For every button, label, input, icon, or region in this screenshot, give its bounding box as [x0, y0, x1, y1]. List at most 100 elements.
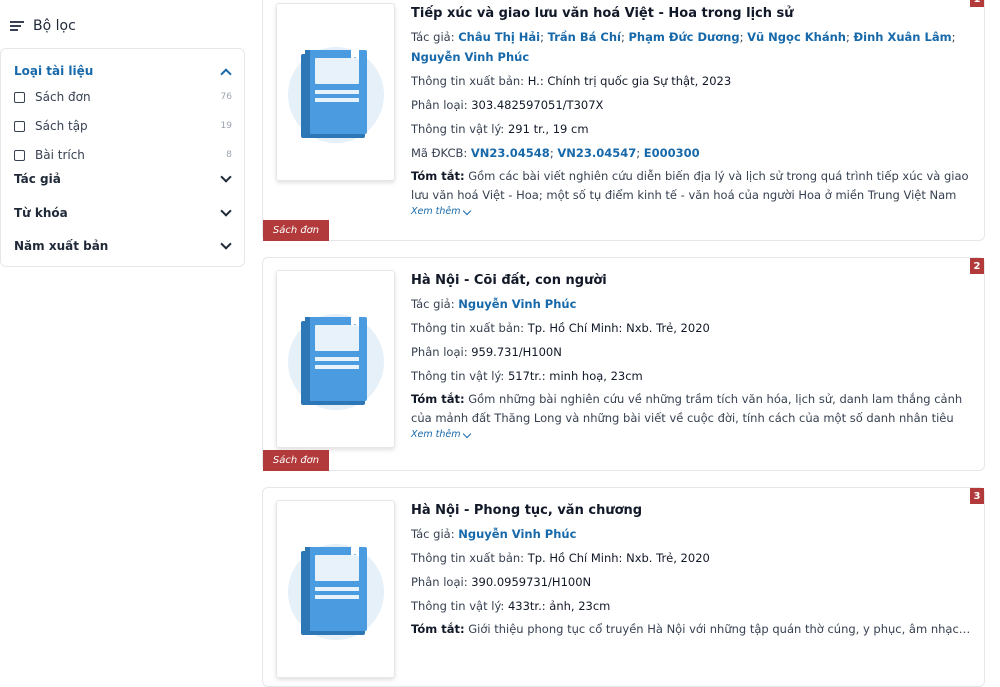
registration-link[interactable]: VN23.04547 — [557, 146, 636, 160]
see-more-label: Xem thêm — [411, 429, 461, 440]
result-card: 1 Sách đơn Tiếp xúc và giao lưu văn hoá … — [262, 0, 985, 241]
filter-icon — [10, 20, 24, 32]
chevron-down-icon — [220, 238, 232, 250]
physical-line: Thông tin vật lý: 291 tr., 19 cm — [411, 119, 972, 139]
registration-line: Mã ĐKCB: VN23.04548; VN23.04547; E000300 — [411, 146, 700, 160]
filter-group-label: Tác giả — [14, 172, 61, 186]
author-link[interactable]: Nguyễn Vinh Phúc — [411, 50, 529, 64]
checkbox[interactable] — [14, 120, 25, 132]
result-info: Tiếp xúc và giao lưu văn hoá Việt - Hoa … — [411, 5, 972, 219]
publish-label: Thông tin xuất bản: — [411, 74, 525, 88]
publish-label: Thông tin xuất bản: — [411, 321, 525, 335]
summary: Tóm tắt: Gồm các bài viết nghiên cứu diễ… — [411, 167, 972, 205]
result-title[interactable]: Tiếp xúc và giao lưu văn hoá Việt - Hoa … — [411, 5, 972, 23]
publish-label: Thông tin xuất bản: — [411, 551, 525, 565]
author-line: Tác giả: Nguyễn Vinh Phúc — [411, 524, 972, 544]
result-info: Hà Nội - Phong tục, văn chương Tác giả: … — [411, 502, 972, 639]
classification-line: Phân loại: 959.731/H100N — [411, 342, 972, 362]
author-link[interactable]: Nguyễn Vinh Phúc — [458, 297, 576, 311]
registration-link[interactable]: E000300 — [644, 146, 700, 160]
summary-text: Gồm các bài viết nghiên cứu diễn biến đị… — [411, 169, 969, 202]
author-link[interactable]: Đinh Xuân Lâm — [854, 30, 952, 44]
author-link[interactable]: Phạm Đức Dương — [629, 30, 740, 44]
result-number: 3 — [970, 488, 984, 504]
filter-group-author[interactable]: Tác giả — [14, 170, 234, 188]
summary-label: Tóm tắt: — [411, 392, 465, 406]
type-badge: Sách đơn — [263, 450, 329, 471]
publish-line: Thông tin xuất bản: H.: Chính trị quốc g… — [411, 71, 972, 91]
filter-doc-type-toggle[interactable]: Loại tài liệu — [14, 63, 234, 80]
filter-option-count: 76 — [220, 92, 232, 102]
physical-label: Thông tin vật lý: — [411, 599, 505, 613]
physical-line: Thông tin vật lý: 517tr.: minh hoạ, 23cm — [411, 366, 972, 386]
author-link[interactable]: Châu Thị Hải — [458, 30, 540, 44]
see-more-link[interactable]: Xem thêm — [411, 205, 972, 219]
publish-line: Thông tin xuất bản: Tp. Hồ Chí Minh: Nxb… — [411, 318, 972, 338]
author-label: Tác giả: — [411, 527, 455, 541]
checkbox[interactable] — [14, 149, 25, 161]
book-cover[interactable] — [276, 500, 395, 678]
author-link[interactable]: Trần Bá Chí — [548, 30, 621, 44]
result-title[interactable]: Hà Nội - Phong tục, văn chương — [411, 502, 972, 520]
summary-label: Tóm tắt: — [411, 622, 465, 636]
physical-label: Thông tin vật lý: — [411, 122, 505, 136]
filter-group-label: Năm xuất bản — [14, 239, 109, 253]
publish-value: Tp. Hồ Chí Minh: Nxb. Trẻ, 2020 — [527, 321, 710, 335]
chevron-down-icon — [220, 171, 232, 183]
see-more-link[interactable]: Xem thêm — [411, 428, 972, 442]
classification-label: Phân loại: — [411, 575, 468, 589]
classification-value: 303.482597051/T307X — [471, 98, 604, 112]
filter-title: Bộ lọc — [33, 18, 76, 34]
author-label: Tác giả: — [411, 297, 455, 311]
author-link[interactable]: Nguyễn Vinh Phúc — [458, 527, 576, 541]
book-cover[interactable] — [276, 3, 395, 181]
summary: Tóm tắt: Giới thiệu phong tục cổ truyền … — [411, 620, 972, 639]
physical-value: 433tr.: ảnh, 23cm — [507, 599, 611, 613]
result-card: 3 Hà Nội - Phong tục, văn chương Tác giả… — [262, 487, 985, 687]
result-title[interactable]: Hà Nội - Cõi đất, con người — [411, 272, 972, 290]
result-info: Hà Nội - Cõi đất, con người Tác giả: Ngu… — [411, 272, 972, 442]
result-card: 2 Sách đơn Hà Nội - Cõi đất, con người T… — [262, 257, 985, 471]
checkbox[interactable] — [14, 91, 25, 103]
author-label: Tác giả: — [411, 30, 455, 44]
filter-group-keyword[interactable]: Từ khóa — [14, 204, 234, 222]
author-link[interactable]: Vũ Ngọc Khánh — [747, 30, 846, 44]
filter-group-year[interactable]: Năm xuất bản — [14, 237, 234, 255]
book-cover[interactable] — [276, 270, 395, 448]
result-number: 2 — [970, 258, 984, 274]
publish-line: Thông tin xuất bản: Tp. Hồ Chí Minh: Nxb… — [411, 548, 972, 568]
type-badge: Sách đơn — [263, 220, 329, 241]
chevron-down-icon — [463, 429, 472, 438]
filter-header[interactable]: Bộ lọc — [10, 16, 76, 36]
summary: Tóm tắt: Gồm những bài nghiên cứu về nhữ… — [411, 390, 972, 428]
publish-value: H.: Chính trị quốc gia Sự thật, 2023 — [527, 74, 732, 88]
filter-option-label: Sách đơn — [35, 90, 91, 104]
classification-label: Phân loại: — [411, 98, 468, 112]
book-icon — [301, 317, 367, 405]
filter-doc-type-label: Loại tài liệu — [14, 64, 94, 78]
summary-text: Gồm những bài nghiên cứu về những trầm t… — [411, 392, 963, 425]
see-more-label: Xem thêm — [411, 206, 461, 217]
classification-line: Phân loại: 390.0959731/H100N — [411, 572, 972, 592]
filter-option-count: 19 — [220, 121, 232, 131]
filter-option-count: 8 — [226, 150, 232, 160]
classification-value: 390.0959731/H100N — [471, 575, 592, 589]
physical-label: Thông tin vật lý: — [411, 369, 505, 383]
filter-option-sach-don[interactable]: Sách đơn 76 — [14, 88, 234, 106]
summary-text: Giới thiệu phong tục cổ truyền Hà Nội vớ… — [468, 622, 972, 636]
classification-label: Phân loại: — [411, 345, 468, 359]
publish-value: Tp. Hồ Chí Minh: Nxb. Trẻ, 2020 — [527, 551, 710, 565]
summary-label: Tóm tắt: — [411, 169, 465, 183]
filter-option-bai-trich[interactable]: Bài trích 8 — [14, 146, 234, 164]
filter-group-label: Từ khóa — [14, 206, 68, 220]
author-line: Tác giả: Nguyễn Vinh Phúc — [411, 294, 972, 314]
registration-link[interactable]: VN23.04548 — [471, 146, 550, 160]
physical-line: Thông tin vật lý: 433tr.: ảnh, 23cm — [411, 596, 972, 616]
chevron-up-icon — [220, 67, 232, 80]
chevron-down-icon — [220, 205, 232, 217]
physical-value: 291 tr., 19 cm — [507, 122, 589, 136]
filter-panel: Loại tài liệu Sách đơn 76 Sách tập 19 Bà… — [0, 48, 245, 267]
book-icon — [301, 50, 367, 138]
chevron-down-icon — [463, 206, 472, 215]
filter-option-sach-tap[interactable]: Sách tập 19 — [14, 117, 234, 135]
